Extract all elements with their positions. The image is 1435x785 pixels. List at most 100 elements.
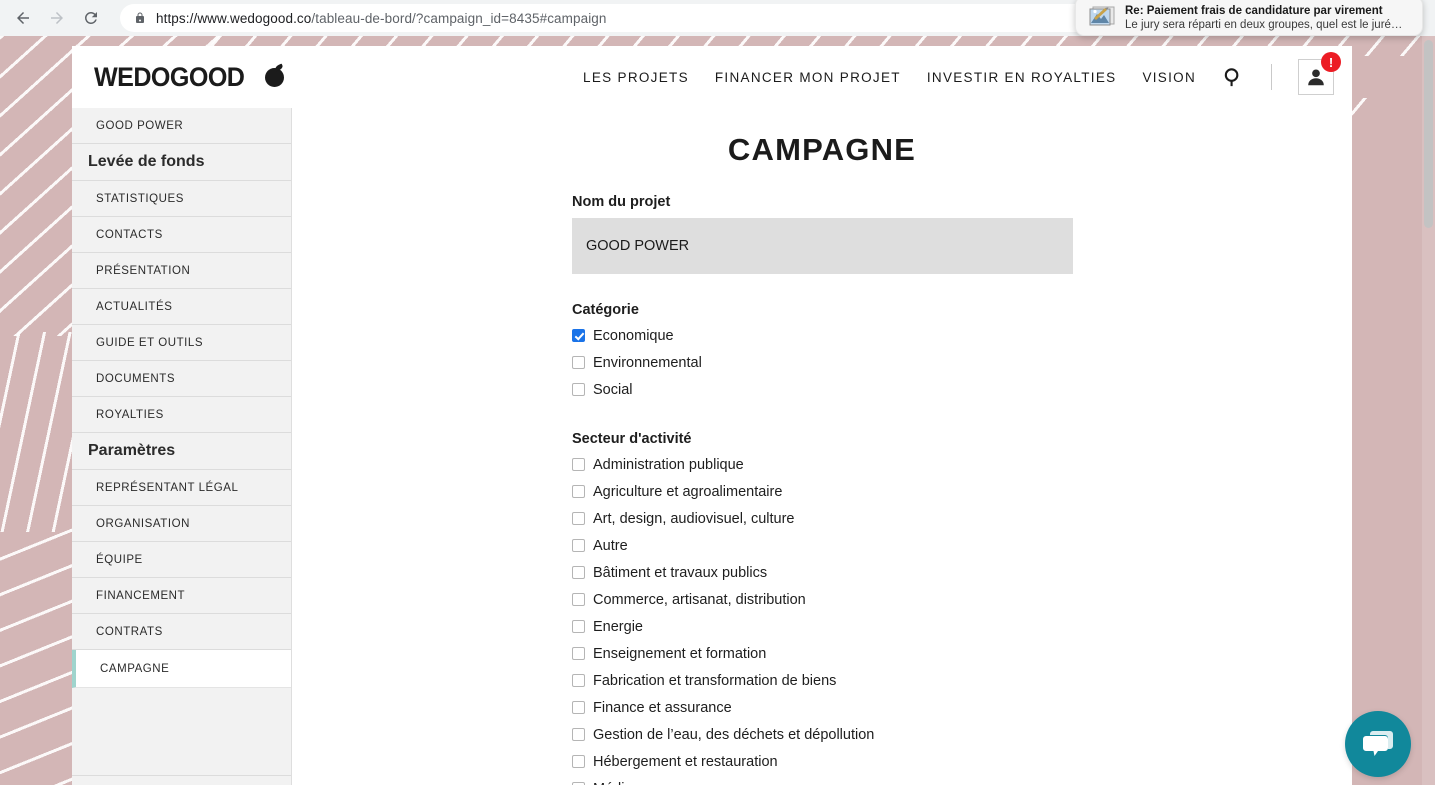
- checkbox-agriculture[interactable]: [572, 485, 585, 498]
- sidebar-item-royalties[interactable]: ROYALTIES: [72, 397, 291, 433]
- checkbox-label-finance: Finance et assurance: [593, 699, 732, 716]
- nav-link-les-projets[interactable]: LES PROJETS: [583, 70, 689, 85]
- sidebar-item-equipe[interactable]: ÉQUIPE: [72, 542, 291, 578]
- category-checkbox-group: Economique Environnemental Social: [572, 322, 1073, 403]
- sidebar-item-actualites[interactable]: ACTUALITÉS: [72, 289, 291, 325]
- checkbox-row-autre[interactable]: Autre: [572, 532, 1073, 559]
- checkbox-batiment[interactable]: [572, 566, 585, 579]
- checkbox-economique[interactable]: [572, 329, 585, 342]
- reload-icon: [84, 11, 97, 24]
- browser-nav-buttons: [0, 1, 108, 35]
- url-text: https://www.wedogood.co/tableau-de-bord/…: [156, 11, 607, 26]
- main-content: CAMPAGNE Nom du projet GOOD POWER Catégo…: [292, 108, 1352, 785]
- sidebar-item-contacts[interactable]: CONTACTS: [72, 217, 291, 253]
- checkbox-gestion-eau[interactable]: [572, 728, 585, 741]
- checkbox-row-economique[interactable]: Economique: [572, 322, 1073, 349]
- category-label: Catégorie: [572, 302, 639, 318]
- sidebar-item-good-power[interactable]: GOOD POWER: [72, 108, 291, 144]
- sidebar-item-campagne[interactable]: CAMPAGNE: [72, 650, 291, 688]
- site-logo[interactable]: WEDOGOOD: [94, 62, 284, 93]
- nav-link-investir-en-royalties[interactable]: INVESTIR EN ROYALTIES: [927, 70, 1117, 85]
- checkbox-label-fabrication: Fabrication et transformation de biens: [593, 672, 837, 689]
- address-bar[interactable]: https://www.wedogood.co/tableau-de-bord/…: [120, 4, 1200, 32]
- checkbox-label-enseignement: Enseignement et formation: [593, 645, 767, 662]
- checkbox-row-batiment[interactable]: Bâtiment et travaux publics: [572, 559, 1073, 586]
- sidebar-group-levee-de-fonds: Levée de fonds: [72, 144, 291, 181]
- back-arrow-icon: [17, 12, 29, 24]
- notification-badge: !: [1321, 52, 1341, 72]
- checkbox-commerce[interactable]: [572, 593, 585, 606]
- checkbox-autre[interactable]: [572, 539, 585, 552]
- checkbox-label-gestion-eau: Gestion de l’eau, des déchets et dépollu…: [593, 726, 875, 743]
- checkbox-row-environnemental[interactable]: Environnemental: [572, 349, 1073, 376]
- sidebar-item-representant-legal[interactable]: REPRÉSENTANT LÉGAL: [72, 470, 291, 506]
- sector-label: Secteur d'activité: [572, 431, 692, 447]
- apple-logo-icon: [264, 67, 284, 87]
- sidebar-item-statistiques[interactable]: STATISTIQUES: [72, 181, 291, 217]
- sidebar-item-financement[interactable]: FINANCEMENT: [72, 578, 291, 614]
- checkbox-row-enseignement[interactable]: Enseignement et formation: [572, 640, 1073, 667]
- checkbox-row-hebergement[interactable]: Hébergement et restauration: [572, 748, 1073, 775]
- checkbox-administration-publique[interactable]: [572, 458, 585, 471]
- checkbox-label-social: Social: [593, 381, 633, 398]
- checkbox-hebergement[interactable]: [572, 755, 585, 768]
- checkbox-label-energie: Energie: [593, 618, 643, 635]
- checkbox-label-economique: Economique: [593, 327, 674, 344]
- checkbox-row-social[interactable]: Social: [572, 376, 1073, 403]
- nav-link-vision[interactable]: VISION: [1142, 70, 1196, 85]
- checkbox-label-art-design: Art, design, audiovisuel, culture: [593, 510, 795, 527]
- forward-button[interactable]: [40, 1, 74, 35]
- sidebar-item-contrats[interactable]: CONTRATS: [72, 614, 291, 650]
- notification-subtitle: Le jury sera réparti en deux groupes, qu…: [1125, 19, 1403, 31]
- checkbox-row-gestion-eau[interactable]: Gestion de l’eau, des déchets et dépollu…: [572, 721, 1073, 748]
- search-icon[interactable]: [1222, 66, 1245, 89]
- checkbox-row-fabrication[interactable]: Fabrication et transformation de biens: [572, 667, 1073, 694]
- sector-checkbox-group: Administration publique Agriculture et a…: [572, 451, 1073, 785]
- chat-bubble-icon: [1363, 730, 1393, 756]
- sidebar-item-organisation[interactable]: ORGANISATION: [72, 506, 291, 542]
- checkbox-finance[interactable]: [572, 701, 585, 714]
- checkbox-row-finance[interactable]: Finance et assurance: [572, 694, 1073, 721]
- checkbox-row-art-design[interactable]: Art, design, audiovisuel, culture: [572, 505, 1073, 532]
- chat-widget-button[interactable]: [1345, 711, 1411, 777]
- sidebar-group-parametres: Paramètres: [72, 433, 291, 470]
- notification-text: Re: Paiement frais de candidature par vi…: [1125, 4, 1402, 32]
- checkbox-enseignement[interactable]: [572, 647, 585, 660]
- main-navigation: LES PROJETS FINANCER MON PROJET INVESTIR…: [583, 52, 1341, 95]
- checkbox-fabrication[interactable]: [572, 674, 585, 687]
- sidebar: GOOD POWER Levée de fonds STATISTIQUES C…: [72, 108, 292, 785]
- page-title: CAMPAGNE: [727, 132, 917, 167]
- checkbox-social[interactable]: [572, 383, 585, 396]
- checkbox-row-energie[interactable]: Energie: [572, 613, 1073, 640]
- sidebar-item-presentation[interactable]: PRÉSENTATION: [72, 253, 291, 289]
- checkbox-art-design[interactable]: [572, 512, 585, 525]
- checkbox-environnemental[interactable]: [572, 356, 585, 369]
- reload-button[interactable]: [74, 1, 108, 35]
- avatar[interactable]: !: [1298, 52, 1341, 95]
- checkbox-label-administration-publique: Administration publique: [593, 456, 744, 473]
- nav-link-financer-mon-projet[interactable]: FINANCER MON PROJET: [715, 70, 901, 85]
- checkbox-label-autre: Autre: [593, 537, 628, 554]
- project-name-input[interactable]: GOOD POWER: [572, 218, 1073, 274]
- sidebar-empty-space: [72, 688, 291, 776]
- project-name-label: Nom du projet: [572, 194, 671, 210]
- back-button[interactable]: [6, 1, 40, 35]
- checkbox-label-environnemental: Environnemental: [593, 354, 702, 371]
- page-scrollbar-thumb[interactable]: [1424, 40, 1433, 228]
- url-path: /tableau-de-bord/?campaign_id=8435#campa…: [311, 10, 607, 26]
- checkbox-label-batiment: Bâtiment et travaux publics: [593, 564, 768, 581]
- checkbox-label-commerce: Commerce, artisanat, distribution: [593, 591, 806, 608]
- sidebar-item-guide-et-outils[interactable]: GUIDE ET OUTILS: [72, 325, 291, 361]
- checkbox-label-hebergement: Hébergement et restauration: [593, 753, 778, 770]
- checkbox-energie[interactable]: [572, 620, 585, 633]
- mail-attachment-icon: [1088, 5, 1116, 31]
- checkbox-row-commerce[interactable]: Commerce, artisanat, distribution: [572, 586, 1073, 613]
- checkbox-row-agriculture[interactable]: Agriculture et agroalimentaire: [572, 478, 1073, 505]
- notification-title: Re: Paiement frais de candidature par vi…: [1125, 5, 1383, 17]
- notification-toast[interactable]: Re: Paiement frais de candidature par vi…: [1075, 0, 1423, 36]
- checkbox-row-administration-publique[interactable]: Administration publique: [572, 451, 1073, 478]
- checkbox-row-medias[interactable]: Médias: [572, 775, 1073, 785]
- sidebar-item-documents[interactable]: DOCUMENTS: [72, 361, 291, 397]
- header-divider: [1271, 64, 1272, 90]
- site-header: WEDOGOOD LES PROJETS FINANCER MON PROJET…: [72, 46, 1352, 108]
